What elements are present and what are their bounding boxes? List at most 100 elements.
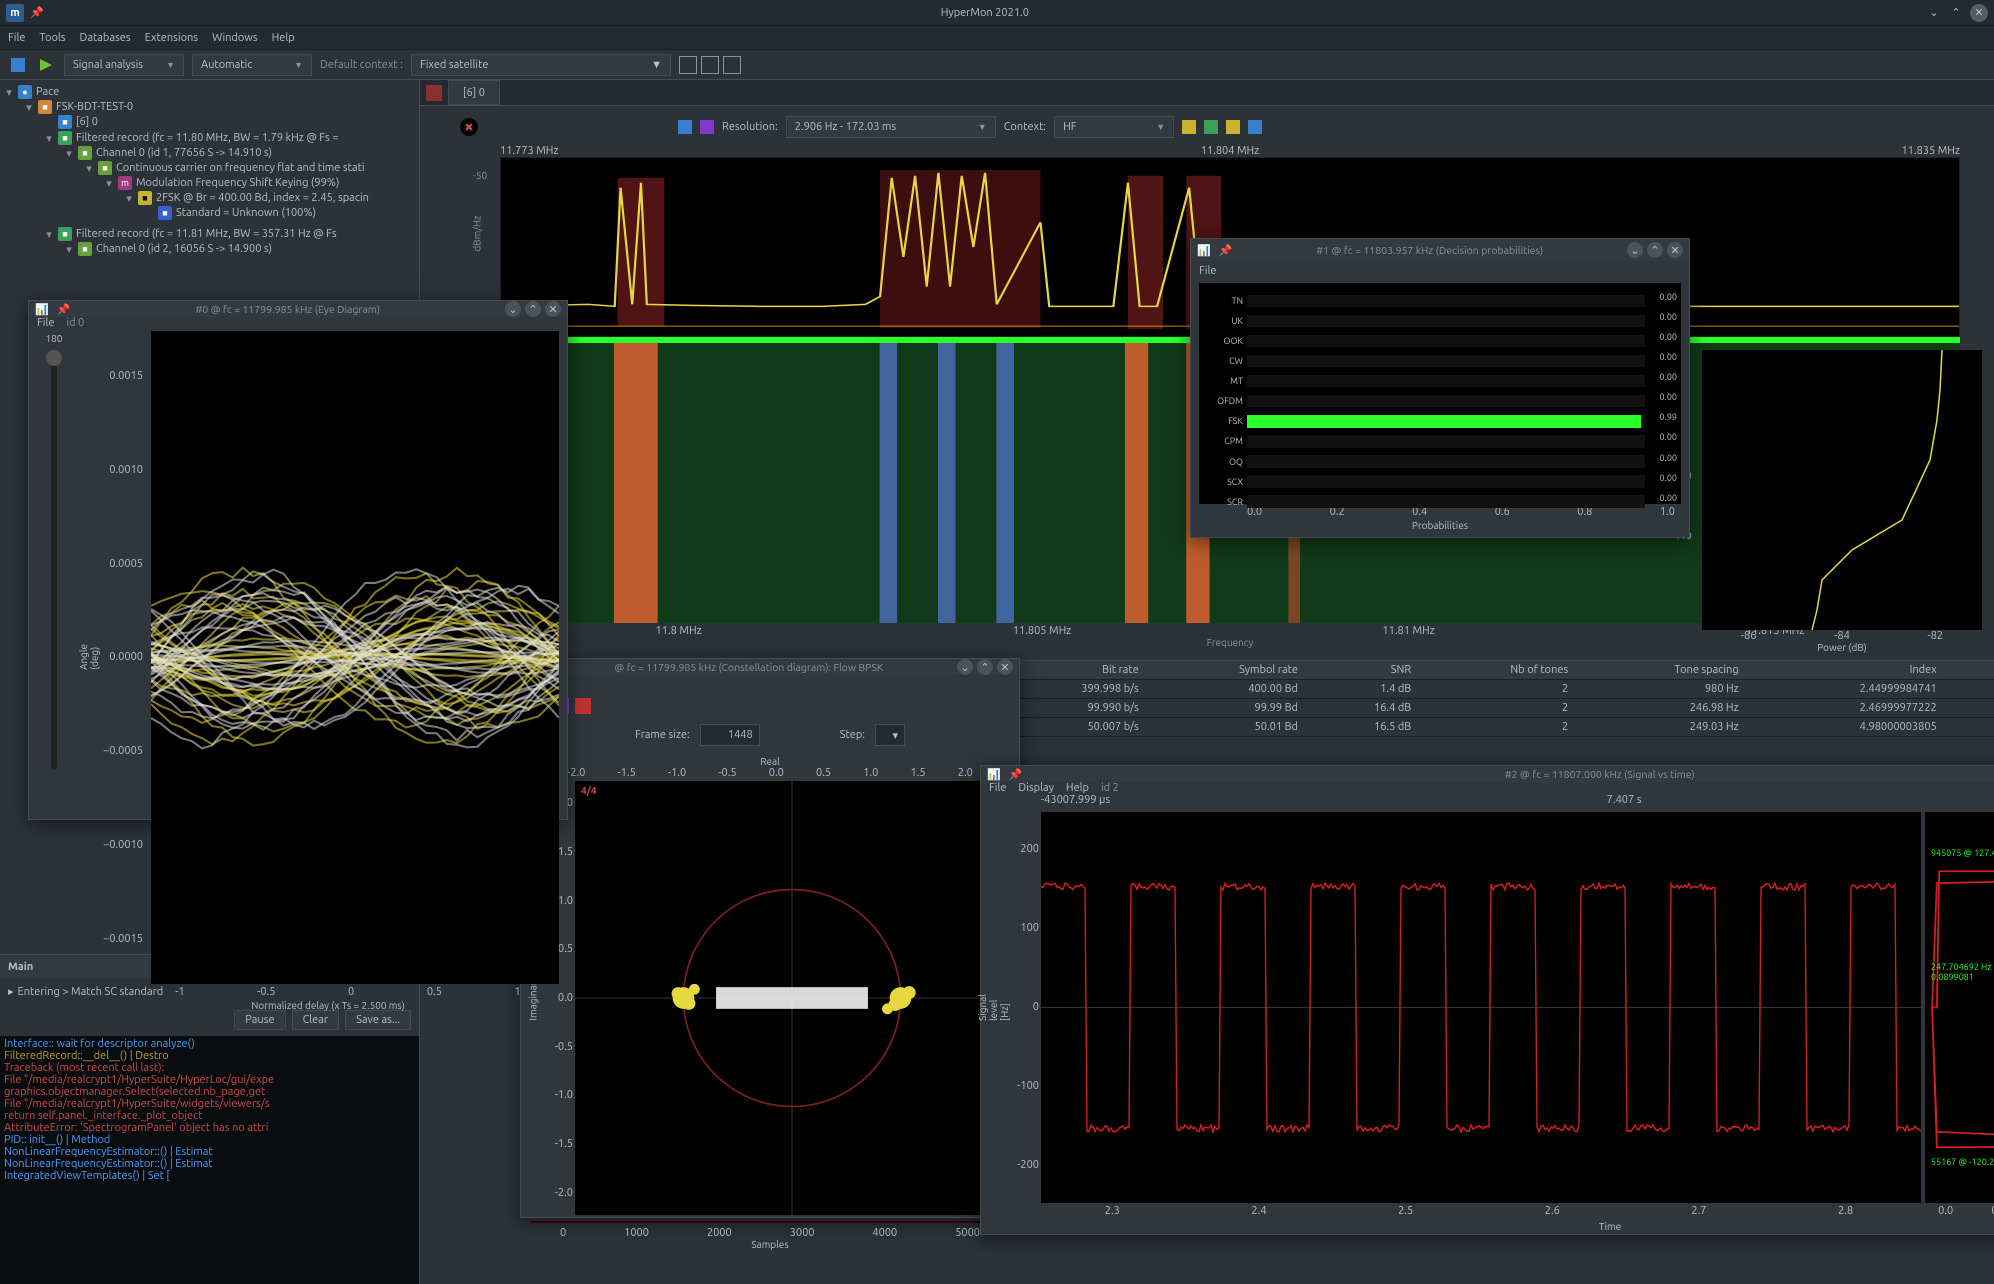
signal-time-panel: 📊📌 #2 @ fc = 11807.000 kHz (Signal vs ti… <box>980 765 1994 1235</box>
chevron-down-icon: ▼ <box>166 60 175 70</box>
eye-diagram-panel: 📊📌 #0 @ fc = 11799.985 kHz (Eye Diagram)… <box>28 300 568 820</box>
context-input[interactable]: Fixed satellite ▼ <box>411 54 671 76</box>
mode-select-label: Signal analysis <box>73 59 143 71</box>
step-label: Step: <box>840 729 865 741</box>
table-row[interactable]: Hz50.007 b/s50.01 Bd16.5 dB2249.03 Hz4.9… <box>920 718 1994 737</box>
tree-item[interactable]: Standard = Unknown (100%) <box>176 207 316 219</box>
spectrum-action-icon[interactable] <box>1226 120 1240 134</box>
menu-extensions[interactable]: Extensions <box>145 32 198 44</box>
tree-root[interactable]: Pace <box>36 86 59 98</box>
wf-xtick: 11.81 MHz <box>1382 625 1434 637</box>
sig-annotation: 945075 @ 127.435671 Hz <box>1931 848 1994 858</box>
menu-windows[interactable]: Windows <box>212 32 258 44</box>
pin-icon[interactable]: 📌 <box>30 6 44 19</box>
tree-item[interactable]: Continuous carrier on frequency flat and… <box>116 162 365 174</box>
menu-help[interactable]: Help <box>1066 782 1089 794</box>
spectrum-toolbar: ✖ Resolution: 2.906 Hz - 172.03 ms▼ Cont… <box>460 112 1984 142</box>
resolution-select[interactable]: 2.906 Hz - 172.03 ms▼ <box>786 116 996 138</box>
spectrum-action-icon[interactable] <box>1204 120 1218 134</box>
tree-item[interactable]: Channel 0 (id 1, 77656 S -> 14.910 s) <box>96 147 272 159</box>
menu-file[interactable]: File <box>8 32 25 44</box>
app-logo-icon: m <box>6 4 24 22</box>
tree-item[interactable]: 2FSK @ Br = 400.00 Bd, index = 2.45, spa… <box>156 192 369 204</box>
spectrum-action-icon[interactable] <box>1248 120 1262 134</box>
app-title: HyperMon 2021.0 <box>44 7 1926 19</box>
menu-help[interactable]: Help <box>272 32 295 44</box>
menu-file[interactable]: File <box>37 317 54 329</box>
panel-title: #1 @ fc = 11803.957 kHz (Decision probab… <box>1240 244 1619 256</box>
tab-0[interactable]: [6] 0 <box>448 80 500 105</box>
layout-3-icon[interactable] <box>723 56 741 74</box>
collapse-icon[interactable]: ⌄ <box>957 659 973 675</box>
close-icon[interactable]: ✕ <box>545 301 561 317</box>
auto-select[interactable]: Automatic ▼ <box>192 54 312 76</box>
menu-file[interactable]: File <box>989 782 1006 794</box>
eye-diagram-plot[interactable] <box>151 331 559 984</box>
menu-bar: File Tools Databases Extensions Windows … <box>0 26 1994 50</box>
frame-size-input[interactable]: 1448 <box>700 724 760 746</box>
tree-item[interactable]: Filtered record (fc = 11.81 MHz, BW = 35… <box>76 228 337 240</box>
power-plot[interactable]: -100 -110 -86 -84 -82 Power (dB) <box>1702 350 1982 653</box>
step-input[interactable]: ▾ <box>875 724 905 746</box>
menu-tools[interactable]: Tools <box>39 32 65 44</box>
toolbar-icon-1[interactable] <box>8 55 28 75</box>
constellation-panel: 📊 @ fc = 11799.985 kHz (Constellation di… <box>520 658 1020 1218</box>
decision-plot[interactable]: TN0.00UK0.00OOK0.00CW0.00MT0.00OFDM0.00F… <box>1199 283 1681 504</box>
table-row[interactable]: Hz99.990 b/s99.99 Bd16.4 dB2246.98 Hz2.4… <box>920 699 1994 718</box>
table-header[interactable]: Index <box>1747 661 1945 680</box>
table-header[interactable]: Tone spacing <box>1576 661 1746 680</box>
mode-select[interactable]: Signal analysis ▼ <box>64 54 184 76</box>
tree-item[interactable]: FSK-BDT-TEST-0 <box>56 101 133 113</box>
angle-slider[interactable] <box>51 350 57 770</box>
table-header[interactable]: Nb of tones <box>1419 661 1576 680</box>
table-row[interactable]: Hz399.998 b/s400.00 Bd1.4 dB2980 Hz2.449… <box>920 680 1994 699</box>
wf-xtick: 11.8 MHz <box>656 625 702 637</box>
tree-item[interactable]: Filtered record (fc = 11.80 MHz, BW = 1.… <box>76 132 339 144</box>
toolbar: Signal analysis ▼ Automatic ▼ Default co… <box>0 50 1994 80</box>
auto-select-label: Automatic <box>201 59 252 71</box>
sig-annotation: 247.704692 Hz 0.0899081 <box>1931 962 1991 982</box>
record-icon[interactable] <box>426 85 442 101</box>
minimize-icon[interactable]: ⌄ <box>1926 5 1942 21</box>
expand-icon[interactable]: ⌃ <box>1647 242 1663 258</box>
expand-icon[interactable]: ⌃ <box>977 659 993 675</box>
resolution-label: Resolution: <box>722 121 778 133</box>
layout-2-icon[interactable] <box>701 56 719 74</box>
const-tool-icon[interactable] <box>575 698 591 714</box>
spectrum-action-icon[interactable] <box>1182 120 1196 134</box>
panel-title: #0 @ fc = 11799.985 kHz (Eye Diagram) <box>78 303 497 315</box>
close-icon[interactable]: ✕ <box>1970 4 1988 22</box>
tree-item[interactable]: Channel 0 (id 2, 16056 S -> 14.900 s) <box>96 243 272 255</box>
collapse-icon[interactable]: ⌄ <box>505 301 521 317</box>
stop-icon[interactable]: ✖ <box>460 118 478 136</box>
tree-item[interactable]: Modulation Frequency Shift Keying (99%) <box>136 177 340 189</box>
spectrum-tool-icon[interactable] <box>700 120 714 134</box>
menu-databases[interactable]: Databases <box>80 32 131 44</box>
hf-context-select[interactable]: HF▼ <box>1054 116 1174 138</box>
constellation-plot[interactable]: 4/4 <box>575 781 1009 1215</box>
tab-strip: [6] 0 <box>420 80 1994 106</box>
maximize-icon[interactable]: ⌃ <box>1948 5 1964 21</box>
signal-time-plot[interactable] <box>1041 812 1921 1203</box>
id-label: id 0 <box>66 317 84 329</box>
menu-file[interactable]: File <box>1199 265 1216 277</box>
table-header[interactable]: SNR <box>1306 661 1419 680</box>
collapse-icon[interactable]: ⌄ <box>1627 242 1643 258</box>
layout-1-icon[interactable] <box>679 56 697 74</box>
expand-icon[interactable]: ⌃ <box>525 301 541 317</box>
table-header[interactable]: Bearing <box>1945 661 1994 680</box>
freq-tick: 11.804 MHz <box>1201 145 1260 157</box>
close-icon[interactable]: ✕ <box>1667 242 1683 258</box>
spectrum-tool-icon[interactable] <box>678 120 692 134</box>
results-table[interactable]: BWBit rateSymbol rateSNRNb of tonesTone … <box>920 660 1994 737</box>
wf-xtick: 11.805 MHz <box>1013 625 1072 637</box>
frame-size-label: Frame size: <box>635 729 690 741</box>
menu-display[interactable]: Display <box>1018 782 1054 794</box>
samples-bar[interactable] <box>531 1221 1009 1223</box>
close-icon[interactable]: ✕ <box>997 659 1013 675</box>
tree-item[interactable]: [6] 0 <box>76 116 98 128</box>
table-header[interactable]: Symbol rate <box>1147 661 1306 680</box>
play-icon[interactable] <box>36 55 56 75</box>
log-output[interactable]: Interface:: wait for descriptor analyze(… <box>0 1036 419 1284</box>
signal-hist-plot[interactable]: 945075 @ 127.435671 Hz 247.704692 Hz 0.0… <box>1925 812 1994 1203</box>
